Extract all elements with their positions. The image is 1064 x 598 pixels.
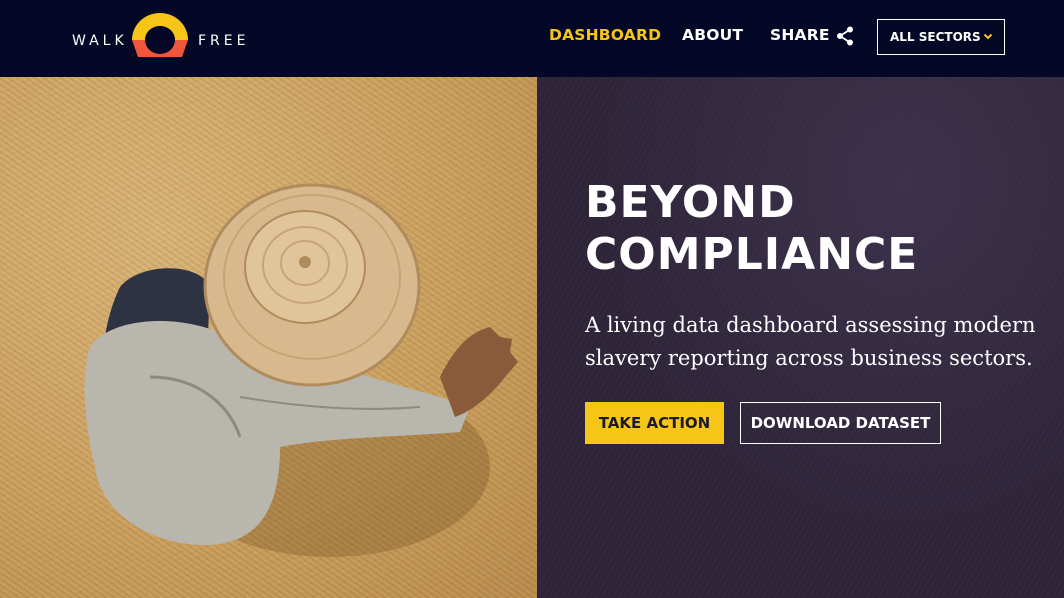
nav-dashboard-link[interactable]: DASHBOARD [549,26,661,44]
nav-share-link[interactable]: SHARE [770,26,830,44]
logo-left-word: WALK [72,33,128,49]
walk-free-logo[interactable]: WALK FREE [72,13,252,59]
take-action-button[interactable]: TAKE ACTION [585,402,724,444]
logo-mark-icon [132,13,188,57]
top-navbar: WALK FREE DASHBOARD ABOUT SHARE ALL SECT… [0,0,1064,77]
sector-select-dropdown[interactable]: ALL SECTORS [877,19,1005,55]
hero-photo [0,77,537,598]
hero-title-line-2: COMPLIANCE [585,229,919,280]
sector-select-value: ALL SECTORS [890,30,981,44]
chevron-down-icon [983,33,993,40]
nav-about-link[interactable]: ABOUT [682,26,743,44]
share-icon[interactable] [836,26,854,46]
hero-title: BEYOND COMPLIANCE [585,177,1025,281]
hero-subtitle: A living data dashboard assessing modern… [585,313,1036,370]
hero-panel: BEYOND COMPLIANCE A living data dashboar… [537,77,1064,598]
hero-title-line-1: BEYOND [585,177,796,228]
logo-right-word: FREE [198,33,250,49]
worker-illustration [84,183,518,557]
download-dataset-button[interactable]: DOWNLOAD DATASET [740,402,941,444]
